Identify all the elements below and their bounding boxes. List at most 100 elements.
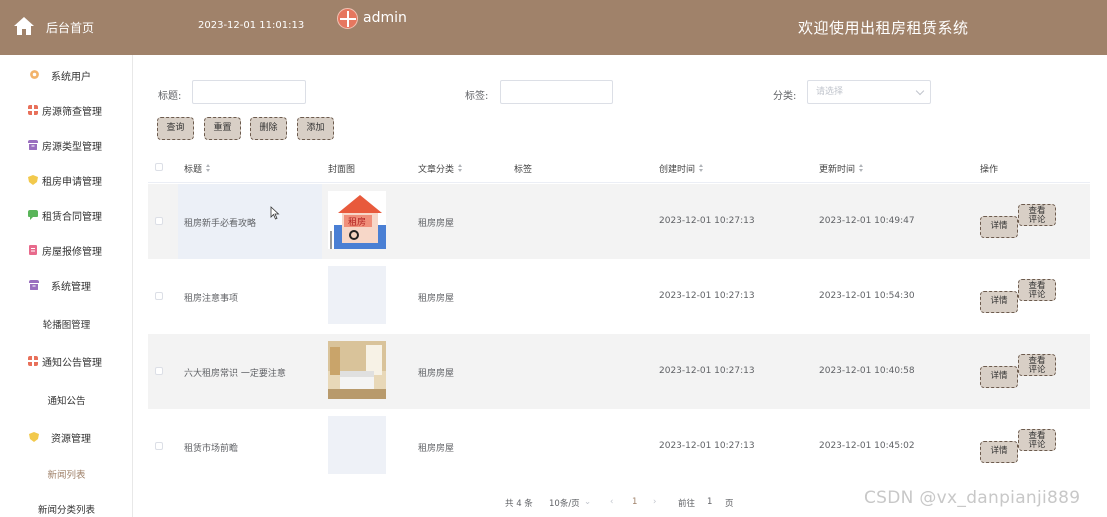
row-checkbox[interactable] <box>155 217 163 225</box>
sidebar-item-label: 资源管理 <box>51 433 91 445</box>
sort-icon[interactable] <box>859 164 864 173</box>
delete-button[interactable]: 删除 <box>250 117 287 140</box>
sidebar-item-label: 系统用户 <box>51 71 91 83</box>
grid-icon <box>28 105 38 115</box>
title-search-input[interactable] <box>192 80 306 104</box>
detail-button[interactable]: 详情 <box>980 291 1018 313</box>
row-title: 租房注意事项 <box>184 294 239 304</box>
rent-sign-text: 租房 <box>348 216 366 228</box>
header-actions: 操作 <box>980 165 999 175</box>
sidebar-item-notice-management[interactable]: 通知公告管理 <box>0 346 133 376</box>
table-row[interactable]: 租房注意事项 租房房屋 2023-12-01 10:27:13 2023-12-… <box>148 259 1090 334</box>
view-comments-button[interactable]: 查看 评论 <box>1018 354 1056 376</box>
header-updated[interactable]: 更新时间 <box>819 162 864 175</box>
sidebar-item-resource-management[interactable]: 资源管理 <box>0 422 133 452</box>
shield-icon <box>28 175 38 185</box>
row-checkbox[interactable] <box>155 292 163 300</box>
bedroom-image <box>328 341 386 399</box>
current-datetime: 2023-12-01 11:01:13 <box>198 20 305 31</box>
page-size-select[interactable]: 10条/页 <box>549 497 580 509</box>
view-comments-button[interactable]: 查看 评论 <box>1018 204 1056 226</box>
sidebar-item-label: 通知公告管理 <box>42 357 102 369</box>
goto-page-input[interactable]: 1 <box>707 497 712 507</box>
house-rent-image: 租房 <box>328 191 386 249</box>
add-button[interactable]: 添加 <box>297 117 334 140</box>
table-row[interactable]: 租房新手必看攻略 租房 租房房屋 2023-12-01 10:27:13 202… <box>148 184 1090 259</box>
username[interactable]: admin <box>363 10 407 26</box>
gear-icon <box>30 70 39 79</box>
sidebar: 系统用户 房源筛查管理 房源类型管理 租房申请管理 租赁合同管理 房屋报修管理 … <box>0 55 133 517</box>
tag-search-input[interactable] <box>500 80 613 104</box>
grid-icon <box>28 356 38 366</box>
pagination-total: 共 4 条 <box>505 499 533 509</box>
sidebar-item-lease-contracts[interactable]: 租赁合同管理 <box>0 200 133 230</box>
category-select[interactable]: 请选择 <box>807 80 931 104</box>
articles-table: 标题 封面图 文章分类 标签 创建时间 更新时间 操作 租房新手必看攻略 租房 <box>148 150 1090 486</box>
archive-icon <box>29 280 39 290</box>
mouse-cursor-icon <box>270 206 280 220</box>
sort-icon[interactable] <box>699 164 704 173</box>
chevron-down-icon[interactable]: ⌄ <box>584 497 591 507</box>
prev-page-icon[interactable]: ‹ <box>610 497 613 507</box>
document-icon <box>29 245 37 255</box>
chat-icon <box>28 210 38 220</box>
sidebar-item-listing-screening[interactable]: 房源筛查管理 <box>0 95 133 125</box>
header-category[interactable]: 文章分类 <box>418 162 463 175</box>
table-row[interactable]: 六大租房常识 一定要注意 租房房屋 2023-12-01 10:27:13 20… <box>148 334 1090 409</box>
row-created: 2023-12-01 10:27:13 <box>659 441 755 451</box>
sidebar-item-listing-types[interactable]: 房源类型管理 <box>0 130 133 160</box>
row-updated: 2023-12-01 10:54:30 <box>819 291 915 301</box>
detail-button[interactable]: 详情 <box>980 366 1018 388</box>
sidebar-sub-notice[interactable]: 通知公告 <box>0 393 133 407</box>
cover-image <box>328 416 386 474</box>
sidebar-item-label: 租赁合同管理 <box>42 211 102 223</box>
sidebar-sub-carousel[interactable]: 轮播图管理 <box>0 317 133 331</box>
goto-label: 前往 <box>678 499 696 509</box>
sidebar-item-label: 房源类型管理 <box>42 141 102 153</box>
home-label: 后台首页 <box>46 21 95 35</box>
view-comments-button[interactable]: 查看 评论 <box>1018 429 1056 451</box>
sidebar-item-label: 租房申请管理 <box>42 176 102 188</box>
row-updated: 2023-12-01 10:45:02 <box>819 441 915 451</box>
sidebar-item-rental-applications[interactable]: 租房申请管理 <box>0 165 133 195</box>
row-created: 2023-12-01 10:27:13 <box>659 291 755 301</box>
watermark: CSDN @vx_danpianji889 <box>864 488 1081 508</box>
chevron-down-icon <box>915 86 925 96</box>
sidebar-sub-news-category[interactable]: 新闻分类列表 <box>0 502 133 516</box>
page-number-current[interactable]: 1 <box>632 497 637 507</box>
row-checkbox[interactable] <box>155 367 163 375</box>
row-category: 租房房屋 <box>418 219 455 229</box>
row-title: 租赁市场前瞻 <box>184 444 239 454</box>
avatar[interactable] <box>337 8 358 29</box>
sort-icon[interactable] <box>458 164 463 173</box>
sidebar-item-label: 房屋报修管理 <box>42 246 102 258</box>
view-comments-button[interactable]: 查看 评论 <box>1018 279 1056 301</box>
sidebar-item-system-users[interactable]: 系统用户 <box>0 60 133 90</box>
select-all-checkbox[interactable] <box>155 163 163 171</box>
row-title: 租房新手必看攻略 <box>184 219 257 229</box>
archive-icon <box>28 140 38 150</box>
table-row[interactable]: 租赁市场前瞻 租房房屋 2023-12-01 10:27:13 2023-12-… <box>148 409 1090 484</box>
reset-button[interactable]: 重置 <box>204 117 241 140</box>
next-page-icon[interactable]: › <box>653 497 656 507</box>
table-header: 标题 封面图 文章分类 标签 创建时间 更新时间 操作 <box>148 150 1090 183</box>
filter-title-label: 标题: <box>158 91 182 102</box>
system-title: 欢迎使用出租房租赁系统 <box>798 19 969 37</box>
top-bar: 后台首页 2023-12-01 11:01:13 admin 欢迎使用出租房租赁… <box>0 0 1107 55</box>
header-title[interactable]: 标题 <box>184 162 211 175</box>
row-checkbox[interactable] <box>155 442 163 450</box>
detail-button[interactable]: 详情 <box>980 216 1018 238</box>
header-created[interactable]: 创建时间 <box>659 162 704 175</box>
header-tag: 标签 <box>514 165 533 175</box>
row-created: 2023-12-01 10:27:13 <box>659 216 755 226</box>
home-button[interactable]: 后台首页 <box>0 0 133 55</box>
cover-image <box>328 266 386 324</box>
cover-image: 租房 <box>328 191 386 249</box>
sidebar-item-repairs[interactable]: 房屋报修管理 <box>0 235 133 265</box>
cover-image <box>328 341 386 399</box>
sort-icon[interactable] <box>206 164 211 173</box>
sidebar-sub-news[interactable]: 新闻列表 <box>0 467 133 481</box>
sidebar-item-system-management[interactable]: 系统管理 <box>0 270 133 300</box>
detail-button[interactable]: 详情 <box>980 441 1018 463</box>
query-button[interactable]: 查询 <box>157 117 194 140</box>
